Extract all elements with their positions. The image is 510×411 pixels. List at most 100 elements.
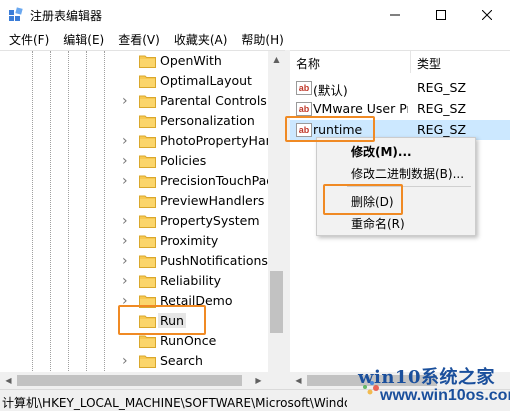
context-menu-rename[interactable]: 重命名(R) <box>351 215 405 232</box>
tree-vertical-scrollbar[interactable]: ▲ <box>268 51 285 372</box>
svg-text:ab: ab <box>299 104 310 114</box>
column-separator[interactable] <box>410 51 411 73</box>
tree-item[interactable]: › Policies <box>118 151 268 171</box>
folder-icon <box>139 354 156 368</box>
tree-guide-line <box>32 51 33 372</box>
folder-icon <box>139 234 156 248</box>
tree-item[interactable]: Personalization <box>118 111 268 131</box>
scroll-up-icon[interactable]: ▲ <box>268 51 285 68</box>
tree-item-label: PropertySystem <box>160 213 260 228</box>
tree-item-label: PrecisionTouchPad <box>160 173 275 188</box>
watermark-url: www.win10os.com <box>380 387 510 404</box>
tree-item[interactable]: › Proximity <box>118 231 268 251</box>
maximize-button[interactable] <box>418 0 464 30</box>
value-name: (默认) <box>313 83 348 98</box>
tree-item-label: Search <box>160 353 203 368</box>
scroll-left-icon[interactable]: ◀ <box>290 372 307 389</box>
folder-icon <box>139 74 156 88</box>
value-type: REG_SZ <box>417 101 467 116</box>
tree-item-label: RunOnce <box>160 333 217 348</box>
menu-favorites[interactable]: 收藏夹(A) <box>167 30 235 50</box>
chevron-right-icon[interactable]: › <box>122 254 132 268</box>
tree-horizontal-scrollbar[interactable]: ◀ ▶ <box>0 372 285 389</box>
tree-item[interactable]: › Parental Controls <box>118 91 268 111</box>
chevron-right-icon[interactable]: › <box>122 234 132 248</box>
folder-icon <box>139 154 156 168</box>
value-row[interactable]: ab (默认) REG_SZ <box>290 78 510 98</box>
watermark-title: win10系统之家 <box>358 367 495 388</box>
highlight-run-key <box>118 305 206 335</box>
close-button[interactable] <box>464 0 510 30</box>
window-title: 注册表编辑器 <box>30 9 103 23</box>
tree-item-label: Reliability <box>160 273 222 288</box>
tree-item[interactable]: › PhotoPropertyHandler <box>118 131 285 151</box>
tree-item[interactable]: › PrecisionTouchPad <box>118 171 274 191</box>
minimize-icon <box>390 14 400 16</box>
tree-guide-line <box>68 51 69 372</box>
tree-item[interactable]: › PushNotifications <box>118 251 268 271</box>
string-value-icon: ab <box>296 81 312 95</box>
tree-item-label: PhotoPropertyHandler <box>160 133 285 148</box>
folder-icon <box>139 194 156 208</box>
registry-editor-icon <box>8 7 24 23</box>
highlight-delete-item <box>323 184 403 215</box>
folder-icon <box>139 254 156 268</box>
folder-icon <box>139 54 156 68</box>
value-type: REG_SZ <box>417 122 467 137</box>
maximize-icon <box>436 10 446 20</box>
tree-item-label: OpenWith <box>160 53 222 68</box>
menu-view[interactable]: 查看(V) <box>111 30 167 50</box>
menu-bar: 文件(F) 编辑(E) 查看(V) 收藏夹(A) 帮助(H) <box>0 30 510 50</box>
close-icon <box>482 10 492 20</box>
chevron-right-icon[interactable]: › <box>122 94 132 108</box>
folder-icon <box>139 334 156 348</box>
tree-hscroll-thumb[interactable] <box>17 375 242 386</box>
column-header-type[interactable]: 类型 <box>417 55 441 72</box>
folder-icon <box>139 114 156 128</box>
tree-item[interactable]: OpenWith <box>118 51 268 71</box>
tree-item-label: Proximity <box>160 233 219 248</box>
tree-item[interactable]: › Search <box>118 351 268 371</box>
chevron-right-icon[interactable]: › <box>122 274 132 288</box>
minimize-button[interactable] <box>372 0 418 30</box>
menu-edit[interactable]: 编辑(E) <box>56 30 111 50</box>
tree-item-label: PreviewHandlers <box>160 193 265 208</box>
chevron-right-icon[interactable]: › <box>122 354 132 368</box>
menu-file[interactable]: 文件(F) <box>2 30 56 50</box>
scroll-left-icon[interactable]: ◀ <box>0 372 17 389</box>
watermark: win10系统之家 www.win10os.com <box>350 363 510 411</box>
tree-item-label: Personalization <box>160 113 255 128</box>
tree-scroll-thumb[interactable] <box>270 271 283 333</box>
folder-icon <box>139 214 156 228</box>
tree-item[interactable]: › PropertySystem <box>118 211 268 231</box>
context-menu-modify[interactable]: 修改(M)... <box>351 143 412 160</box>
chevron-right-icon[interactable]: › <box>122 154 132 168</box>
scroll-right-icon[interactable]: ▶ <box>250 372 267 389</box>
key-path: 计算机\HKEY_LOCAL_MACHINE\SOFTWARE\Microsof… <box>2 396 347 410</box>
column-header-name[interactable]: 名称 <box>296 55 320 72</box>
tree-item-label: Policies <box>160 153 207 168</box>
folder-icon <box>139 274 156 288</box>
tree-item-label: Parental Controls <box>160 93 267 108</box>
tree-item[interactable]: OptimalLayout <box>118 71 268 91</box>
folder-icon <box>139 134 156 148</box>
folder-icon <box>139 174 156 188</box>
svg-text:ab: ab <box>299 83 310 93</box>
context-menu-modify-binary[interactable]: 修改二进制数据(B)... <box>351 165 464 182</box>
chevron-right-icon[interactable]: › <box>122 214 132 228</box>
string-value-icon: ab <box>296 102 312 116</box>
folder-icon <box>139 94 156 108</box>
menu-help[interactable]: 帮助(H) <box>234 30 290 50</box>
tree-guide-line <box>104 51 105 372</box>
chevron-right-icon[interactable]: › <box>122 174 132 188</box>
tree-item-label: PushNotifications <box>160 253 268 268</box>
tree-guide-line <box>50 51 51 372</box>
title-bar: 注册表编辑器 <box>0 0 510 30</box>
tree-guide-line <box>86 51 87 372</box>
tree-item-label: OptimalLayout <box>160 73 252 88</box>
tree-item[interactable]: › Reliability <box>118 271 268 291</box>
tree-item[interactable]: PreviewHandlers <box>118 191 268 211</box>
chevron-right-icon[interactable]: › <box>122 134 132 148</box>
highlight-runtime-value <box>285 116 375 142</box>
value-name: VMware User Process <box>313 101 408 116</box>
